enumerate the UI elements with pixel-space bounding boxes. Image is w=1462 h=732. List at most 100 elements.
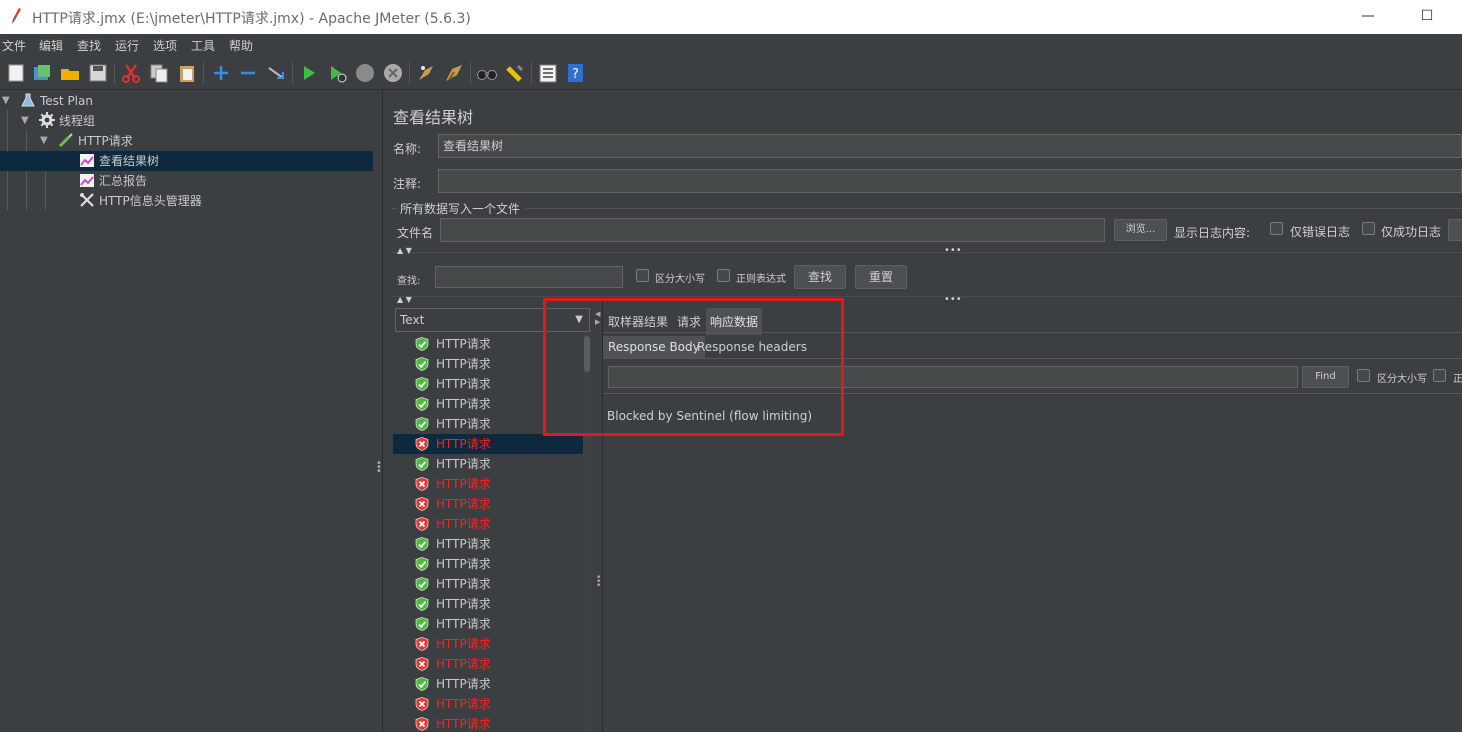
menu-help[interactable]: 帮助 xyxy=(229,37,253,54)
results-splitter[interactable]: ◀ ▶ • • • xyxy=(593,300,603,732)
result-item[interactable]: HTTP请求 xyxy=(393,654,583,674)
reset-search-icon[interactable] xyxy=(504,62,526,84)
response-regex-checkbox[interactable] xyxy=(1433,369,1446,382)
search-input[interactable] xyxy=(435,266,623,288)
tree-node-http-request[interactable]: HTTP请求 xyxy=(58,131,133,151)
collapse-chevron[interactable]: ▼ xyxy=(21,115,33,127)
result-item[interactable]: HTTP请求 xyxy=(393,474,583,494)
minimize-button[interactable]: — xyxy=(1348,4,1388,28)
name-input[interactable]: 查看结果树 xyxy=(438,134,1462,158)
comment-input[interactable] xyxy=(438,169,1462,193)
response-regex-label: 正 xyxy=(1453,374,1462,385)
result-item[interactable]: HTTP请求 xyxy=(393,574,583,594)
search-icon[interactable] xyxy=(476,62,498,84)
splitter[interactable]: • • • xyxy=(373,90,383,732)
menu-file[interactable]: 文件 xyxy=(2,37,26,54)
success-shield-icon xyxy=(415,377,429,391)
result-label: HTTP请求 xyxy=(436,377,491,391)
tree-node-test-plan[interactable]: Test Plan xyxy=(20,91,93,111)
success-shield-icon xyxy=(415,577,429,591)
maximize-button[interactable]: ☐ xyxy=(1407,4,1447,28)
result-item[interactable]: HTTP请求 xyxy=(393,394,583,414)
menu-tools[interactable]: 工具 xyxy=(191,37,215,54)
result-item[interactable]: HTTP请求 xyxy=(393,414,583,434)
result-label: HTTP请求 xyxy=(436,637,491,651)
scrollbar-thumb[interactable] xyxy=(584,336,590,372)
file-section-label: 所有数据写入一个文件 xyxy=(400,202,521,216)
shutdown-icon[interactable] xyxy=(382,62,404,84)
response-case-checkbox[interactable] xyxy=(1357,369,1370,382)
find-button[interactable]: 查找 xyxy=(794,265,846,289)
renderer-select[interactable]: Text ▼ xyxy=(395,308,590,332)
filename-input[interactable] xyxy=(440,218,1105,242)
tree-node-summary-report[interactable]: 汇总报告 xyxy=(79,171,147,191)
result-item[interactable]: HTTP请求 xyxy=(393,334,583,354)
tree-node-view-results-tree[interactable]: 查看结果树 xyxy=(0,151,373,171)
detail-pane: 取样器结果 请求 响应数据 Response Body Response hea… xyxy=(603,300,1462,732)
results-scrollbar[interactable] xyxy=(583,334,591,732)
menu-options[interactable]: 选项 xyxy=(153,37,177,54)
expand-icon[interactable] xyxy=(210,62,232,84)
success-shield-icon xyxy=(415,337,429,351)
response-search-input[interactable] xyxy=(608,366,1298,388)
regex-label: 正则表达式 xyxy=(736,274,786,285)
tab-response-data[interactable]: 响应数据 xyxy=(706,308,763,335)
templates-icon[interactable] xyxy=(31,62,53,84)
result-item[interactable]: HTTP请求 xyxy=(393,554,583,574)
result-item[interactable]: HTTP请求 xyxy=(393,514,583,534)
subtab-response-body[interactable]: Response Body xyxy=(603,336,705,358)
result-item[interactable]: HTTP请求 xyxy=(393,534,583,554)
tree-node-header-manager[interactable]: HTTP信息头管理器 xyxy=(79,191,202,211)
browse-button[interactable]: 浏览... xyxy=(1114,219,1167,241)
paste-icon[interactable] xyxy=(176,62,198,84)
help-icon[interactable]: ? xyxy=(565,62,587,84)
open-icon[interactable] xyxy=(59,62,81,84)
result-item[interactable]: HTTP请求 xyxy=(393,374,583,394)
start-no-pause-icon[interactable] xyxy=(326,62,348,84)
tab-request[interactable]: 请求 xyxy=(677,313,701,330)
result-label: HTTP请求 xyxy=(436,597,491,611)
case-sensitive-checkbox[interactable] xyxy=(636,269,649,282)
tab-sampler-result[interactable]: 取样器结果 xyxy=(608,313,668,330)
result-label: HTTP请求 xyxy=(436,517,491,531)
result-item[interactable]: HTTP请求 xyxy=(393,594,583,614)
copy-icon[interactable] xyxy=(148,62,170,84)
result-item[interactable]: HTTP请求 xyxy=(393,694,583,714)
error-shield-icon xyxy=(415,437,429,451)
result-item[interactable]: HTTP请求 xyxy=(393,714,583,732)
response-find-button[interactable]: Find xyxy=(1302,366,1349,388)
menu-search[interactable]: 查找 xyxy=(77,37,101,54)
start-icon[interactable] xyxy=(298,62,320,84)
configure-button[interactable] xyxy=(1448,219,1462,241)
menu-edit[interactable]: 编辑 xyxy=(39,37,63,54)
result-label: HTTP请求 xyxy=(436,397,491,411)
result-item[interactable]: HTTP请求 xyxy=(393,614,583,634)
save-icon[interactable] xyxy=(87,62,109,84)
split-dots[interactable]: ••• xyxy=(944,245,962,256)
result-item[interactable]: HTTP请求 xyxy=(393,674,583,694)
tree-node-thread-group[interactable]: 线程组 xyxy=(39,111,95,131)
stop-icon[interactable] xyxy=(354,62,376,84)
result-item[interactable]: HTTP请求 xyxy=(393,634,583,654)
result-item[interactable]: HTTP请求 xyxy=(393,354,583,374)
subtab-response-headers[interactable]: Response headers xyxy=(697,340,807,354)
split-arrows[interactable]: ▲ ▼ xyxy=(397,246,412,255)
regex-checkbox[interactable] xyxy=(717,269,730,282)
collapse-chevron[interactable]: ▼ xyxy=(2,95,14,107)
clear-icon[interactable] xyxy=(415,62,437,84)
result-item[interactable]: HTTP请求 xyxy=(393,454,583,474)
errors-only-checkbox[interactable] xyxy=(1270,222,1283,235)
function-helper-icon[interactable] xyxy=(537,62,559,84)
clear-all-icon[interactable] xyxy=(443,62,465,84)
result-item[interactable]: HTTP请求 xyxy=(393,434,583,454)
toggle-icon[interactable] xyxy=(265,62,287,84)
reset-button[interactable]: 重置 xyxy=(855,265,907,289)
collapse-icon[interactable] xyxy=(237,62,259,84)
cut-icon[interactable] xyxy=(120,62,142,84)
collapse-chevron[interactable]: ▼ xyxy=(40,135,52,147)
new-icon[interactable] xyxy=(5,62,27,84)
success-only-checkbox[interactable] xyxy=(1362,222,1375,235)
split-arrows[interactable]: ▲ ▼ xyxy=(397,295,412,304)
result-item[interactable]: HTTP请求 xyxy=(393,494,583,514)
menu-run[interactable]: 运行 xyxy=(115,37,139,54)
